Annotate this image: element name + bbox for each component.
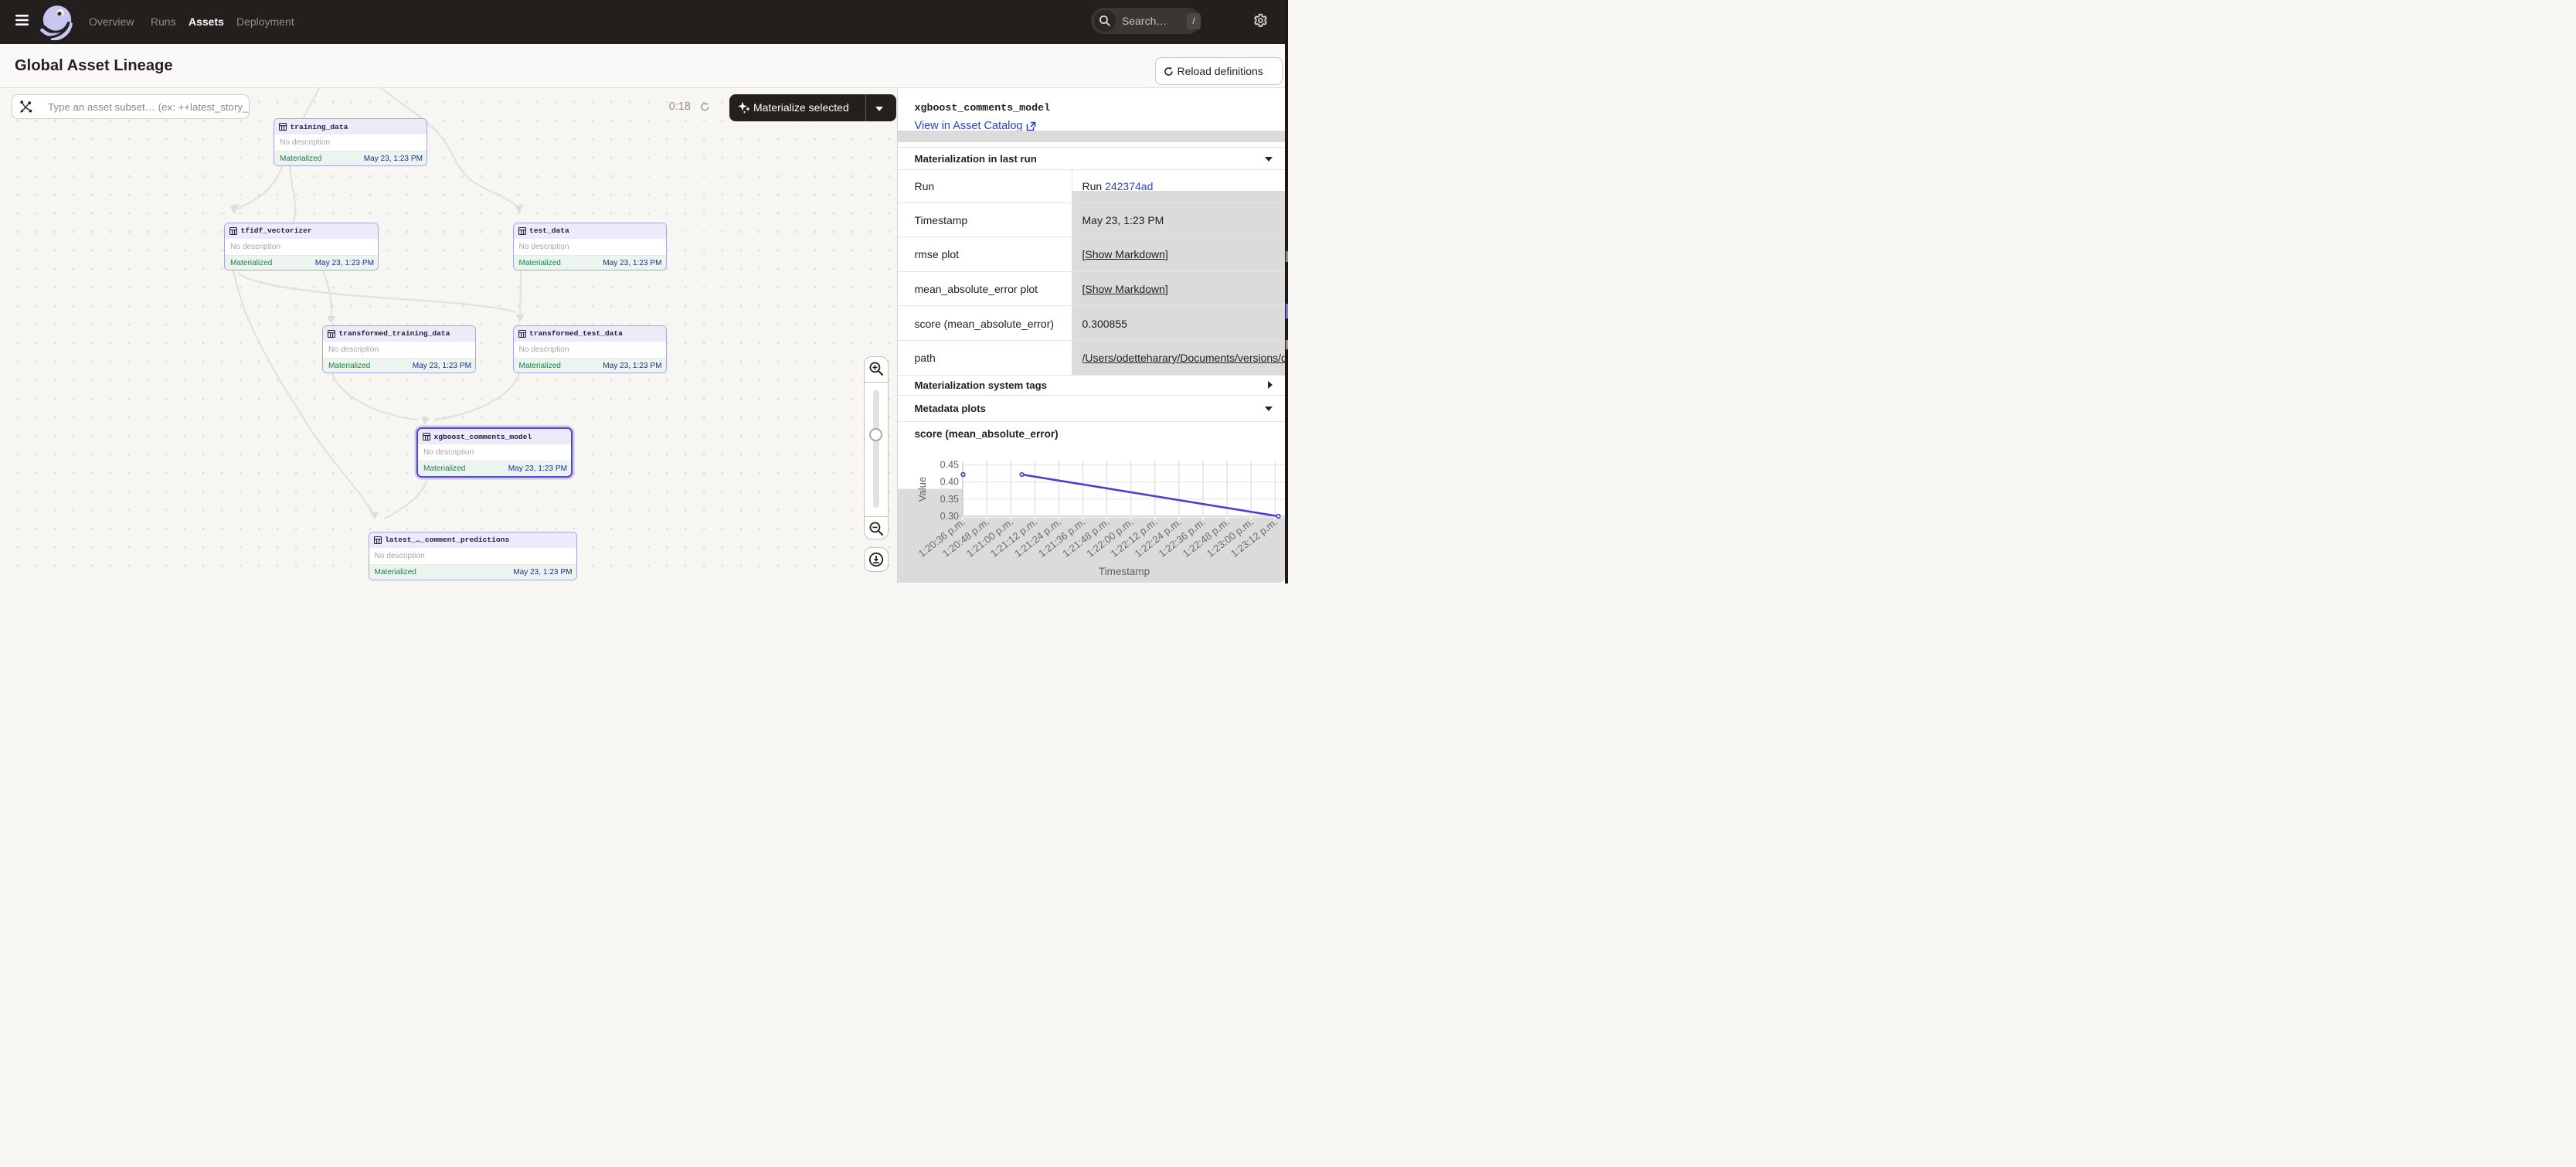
svg-text:Value: Value: [916, 477, 928, 502]
svg-text:0.35: 0.35: [940, 494, 959, 505]
svg-text:0.40: 0.40: [940, 477, 959, 488]
svg-text:0.45: 0.45: [940, 460, 959, 471]
svg-text:Timestamp: Timestamp: [1099, 566, 1150, 577]
